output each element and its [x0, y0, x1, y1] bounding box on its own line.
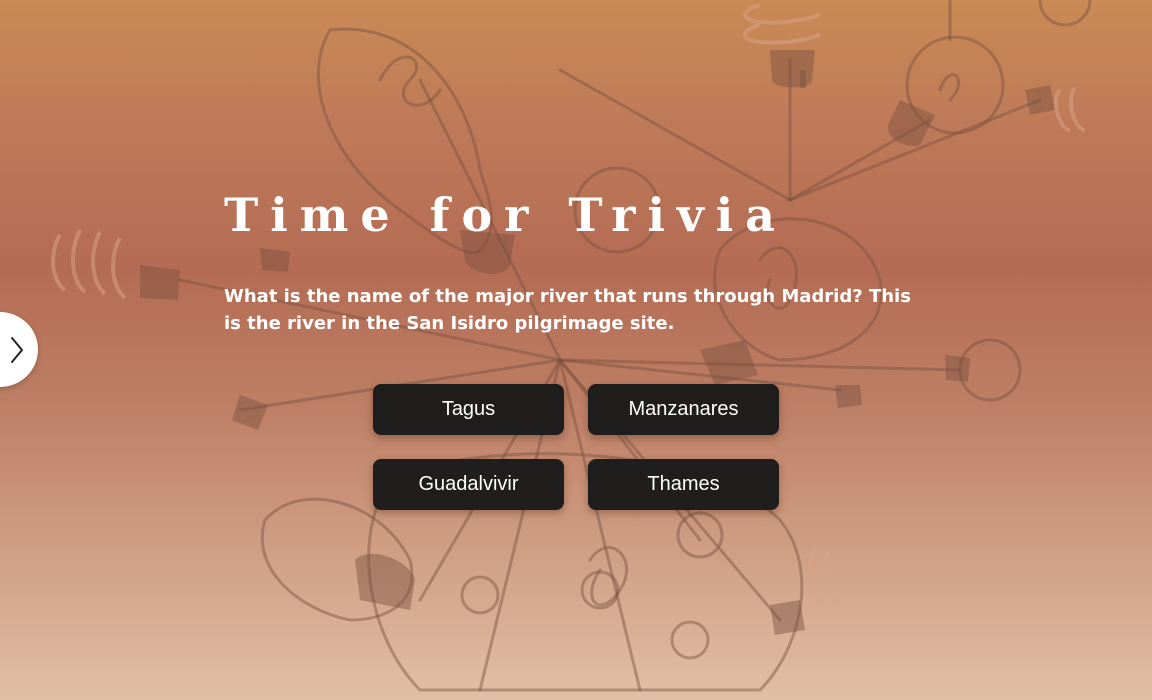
chevron-right-icon [11, 337, 23, 363]
answer-button-guadalvivir[interactable]: Guadalvivir [373, 459, 564, 510]
answer-button-manzanares[interactable]: Manzanares [588, 384, 779, 435]
answer-button-tagus[interactable]: Tagus [373, 384, 564, 435]
next-slide-button[interactable] [0, 312, 38, 387]
lightbulb-background-illustration [51, 0, 1092, 692]
trivia-question: What is the name of the major river that… [224, 286, 911, 334]
page-title: Time for Trivia [224, 188, 787, 242]
answer-button-thames[interactable]: Thames [588, 459, 779, 510]
